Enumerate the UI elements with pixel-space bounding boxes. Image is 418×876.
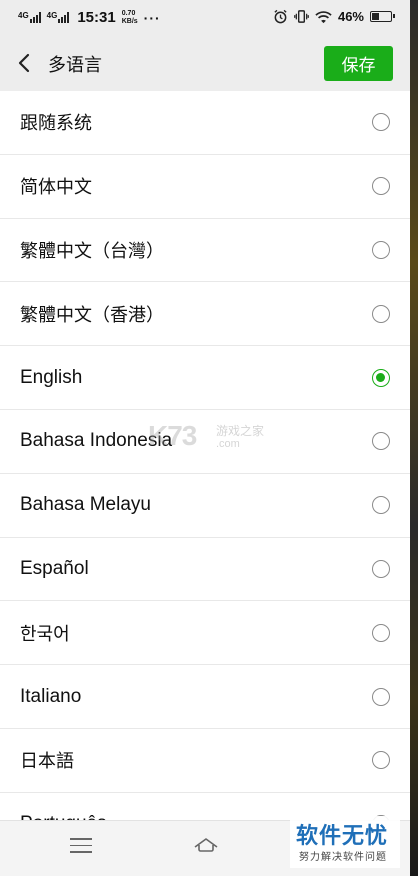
language-label: Bahasa Indonesia [20, 430, 173, 452]
network-type-2: 4G [46, 11, 58, 20]
save-button[interactable]: 保存 [324, 46, 393, 81]
radio-checked-icon[interactable] [372, 368, 390, 387]
language-row[interactable]: Bahasa Melayu [0, 474, 410, 538]
language-row[interactable]: 日本語 [0, 729, 410, 793]
radio-unchecked-icon[interactable] [372, 559, 390, 578]
network-speed: 0.70 KB/s [122, 10, 138, 26]
language-label: 跟随系统 [20, 113, 92, 135]
language-label: 简体中文 [20, 177, 92, 199]
language-label: 한국어 [20, 623, 70, 645]
wifi-icon [315, 10, 332, 23]
phone-screen: 4G 4G 15:31 0.70 KB/s ··· 46% 多语言 保存 跟随系… [0, 0, 410, 876]
radio-unchecked-icon[interactable] [372, 304, 390, 323]
language-row[interactable]: 跟随系统 [0, 91, 410, 155]
language-row[interactable]: 한국어 [0, 601, 410, 666]
radio-unchecked-icon[interactable] [372, 177, 390, 196]
radio-unchecked-icon[interactable] [372, 751, 390, 770]
signal-1-icon: 4G [18, 12, 41, 23]
language-label: Español [20, 557, 89, 579]
signal-2-icon: 4G [47, 12, 70, 23]
language-label: 日本語 [20, 751, 74, 773]
language-row[interactable]: 简体中文 [0, 155, 410, 219]
back-arrow-icon[interactable] [14, 50, 36, 76]
radio-unchecked-icon[interactable] [372, 623, 390, 642]
language-row[interactable]: English [0, 346, 410, 410]
language-label: 繁體中文（台灣） [20, 240, 164, 262]
language-label: Italiano [20, 685, 82, 707]
status-bar: 4G 4G 15:31 0.70 KB/s ··· 46% [0, 0, 410, 36]
status-left: 4G 4G 15:31 0.70 KB/s ··· [18, 9, 161, 26]
battery-percent: 46% [337, 9, 364, 24]
language-label: 繁體中文（香港） [20, 304, 164, 326]
speed-unit: KB/s [121, 17, 138, 25]
speed-value: 0.70 [121, 9, 136, 17]
language-row[interactable]: Español [0, 538, 410, 602]
battery-icon [370, 11, 395, 22]
radio-unchecked-icon[interactable] [372, 113, 390, 132]
status-right: 46% [273, 9, 395, 24]
alarm-icon [274, 9, 287, 24]
stamp-title: 软件无忧 [296, 824, 389, 849]
stamp-subtitle: 努力解决软件问题 [299, 852, 387, 863]
clock: 15:31 [77, 9, 116, 26]
radio-unchecked-icon[interactable] [372, 687, 390, 706]
network-type-1: 4G [18, 11, 29, 20]
language-row[interactable]: Italiano [0, 665, 410, 729]
page-title: 多语言 [48, 55, 102, 76]
vibrate-icon [294, 10, 309, 23]
background-edge [410, 0, 418, 876]
radio-unchecked-icon[interactable] [372, 240, 390, 259]
language-row[interactable]: 繁體中文（香港） [0, 282, 410, 347]
radio-unchecked-icon[interactable] [372, 432, 390, 451]
menu-icon[interactable] [70, 838, 92, 858]
radio-unchecked-icon[interactable] [372, 496, 390, 515]
language-label: Bahasa Melayu [20, 494, 151, 516]
language-row[interactable]: 繁體中文（台灣） [0, 219, 410, 283]
language-list: 跟随系统简体中文繁體中文（台灣） 繁體中文（香港） English Bahasa In… [0, 91, 410, 857]
more-notifications-indicator: ··· [143, 9, 161, 26]
home-icon[interactable] [192, 835, 220, 859]
language-row[interactable]: Bahasa Indonesia [0, 410, 410, 474]
top-nav-bar: 多语言 保存 [0, 36, 410, 91]
site-stamp: 软件无忧 努力解决软件问题 [290, 816, 400, 868]
language-label: English [20, 366, 83, 388]
